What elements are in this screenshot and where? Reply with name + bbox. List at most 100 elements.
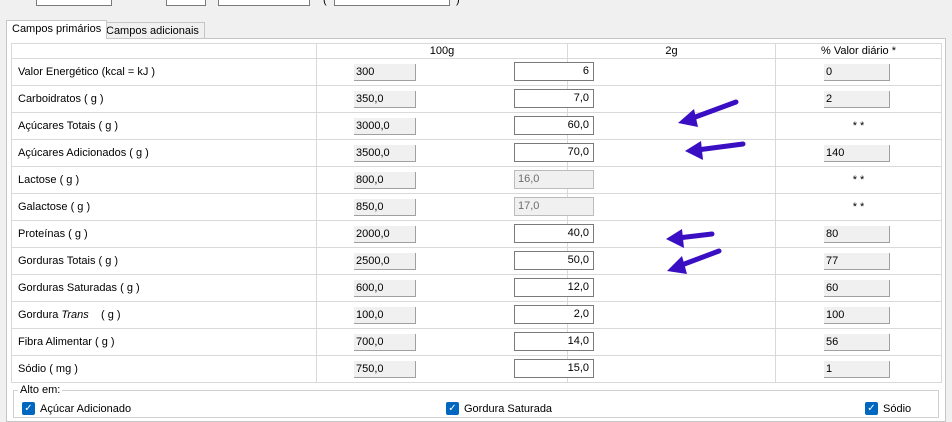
row-label: Lactose ( g ) bbox=[11, 166, 317, 194]
value-100g: 350,0 bbox=[354, 90, 416, 108]
value-2g-input[interactable]: 40,0 bbox=[514, 224, 594, 243]
vd-cell: 1 bbox=[775, 355, 942, 383]
header-100g: 100g bbox=[316, 43, 568, 59]
top-paren-open: ( bbox=[323, 0, 327, 6]
table-row: Fibra Alimentar ( g ) 700,0 14,0 56 bbox=[11, 328, 942, 356]
table-header-row: 100g 2g % Valor diário * bbox=[11, 43, 942, 59]
value-2g-input[interactable]: 7,0 bbox=[514, 89, 594, 108]
table-row: Gorduras Totais ( g ) 2500,0 50,0 77 bbox=[11, 247, 942, 275]
vd-value: * * bbox=[852, 174, 865, 186]
tab-campos-adicionais[interactable]: Campos adicionais bbox=[100, 22, 205, 39]
header-label bbox=[11, 43, 317, 59]
v2-cell: 16,0 bbox=[514, 166, 776, 194]
vd-value: * * bbox=[852, 120, 865, 132]
value-2g-input: 16,0 bbox=[514, 170, 594, 189]
table-row: Açúcares Totais ( g ) 3000,0 60,0 * * bbox=[11, 112, 942, 140]
check-icon: ✓ bbox=[446, 402, 459, 415]
alto-em-group: Alto em: ✓ Açúcar Adicionado ✓ Gordura S… bbox=[13, 384, 939, 418]
check-icon: ✓ bbox=[22, 402, 35, 415]
table-row: Lactose ( g ) 800,0 16,0 * * bbox=[11, 166, 942, 194]
row-label: Fibra Alimentar ( g ) bbox=[11, 328, 317, 356]
row-label: Gorduras Totais ( g ) bbox=[11, 247, 317, 275]
value-2g-input[interactable]: 12,0 bbox=[514, 278, 594, 297]
header-2g: 2g bbox=[567, 43, 776, 59]
row-label: Sódio ( mg ) bbox=[11, 355, 317, 383]
v2-cell: 17,0 bbox=[514, 193, 776, 221]
top-paren-close: ) bbox=[456, 0, 460, 6]
header-valor-diario: % Valor diário * bbox=[775, 43, 942, 59]
value-100g: 750,0 bbox=[354, 360, 416, 378]
vd-value: 56 bbox=[824, 333, 890, 351]
value-100g: 800,0 bbox=[354, 171, 416, 189]
table-row: Gorduras Saturadas ( g ) 600,0 12,0 60 bbox=[11, 274, 942, 302]
v2-cell: 6 bbox=[514, 58, 776, 86]
row-label-italic: Trans bbox=[61, 309, 89, 321]
v2-cell: 12,0 bbox=[514, 274, 776, 302]
vd-cell: 56 bbox=[775, 328, 942, 356]
vd-cell: 80 bbox=[775, 220, 942, 248]
table-row: Gordura Trans ( g ) 100,0 2,0 100 bbox=[11, 301, 942, 329]
table-row: Carboidratos ( g ) 350,0 7,0 2 bbox=[11, 85, 942, 113]
v2-cell: 2,0 bbox=[514, 301, 776, 329]
row-label: Galactose ( g ) bbox=[11, 193, 317, 221]
vd-cell: 0 bbox=[775, 58, 942, 86]
value-100g: 2000,0 bbox=[354, 225, 416, 243]
top-toolbar: ( ) bbox=[0, 0, 952, 12]
vd-cell: 2 bbox=[775, 85, 942, 113]
vd-cell: 60 bbox=[775, 274, 942, 302]
checkbox-sodio[interactable]: ✓ Sódio bbox=[865, 402, 911, 415]
vd-value: 100 bbox=[824, 306, 890, 324]
arrow-annotation-2 bbox=[685, 141, 746, 160]
vd-cell: * * bbox=[775, 112, 942, 140]
top-field-2[interactable] bbox=[166, 0, 206, 6]
checkbox-gordura-saturada[interactable]: ✓ Gordura Saturada bbox=[446, 402, 552, 415]
value-100g: 100,0 bbox=[354, 306, 416, 324]
tab-campos-primarios[interactable]: Campos primários bbox=[6, 20, 108, 39]
checkbox-label: Açúcar Adicionado bbox=[40, 402, 132, 415]
top-field-3[interactable] bbox=[218, 0, 310, 6]
vd-cell: * * bbox=[775, 193, 942, 221]
top-field-4[interactable] bbox=[334, 0, 450, 6]
row-label: Gordura Trans ( g ) bbox=[11, 301, 317, 329]
table-row: Valor Energético (kcal = kJ ) 300 6 0 bbox=[11, 58, 942, 86]
row-label-text: Gordura bbox=[18, 309, 59, 321]
row-label: Açúcares Totais ( g ) bbox=[11, 112, 317, 140]
value-2g-input[interactable]: 70,0 bbox=[514, 143, 594, 162]
row-label: Valor Energético (kcal = kJ ) bbox=[11, 58, 317, 86]
table-row: Galactose ( g ) 850,0 17,0 * * bbox=[11, 193, 942, 221]
vd-value: 80 bbox=[824, 225, 890, 243]
value-2g-input[interactable]: 60,0 bbox=[514, 116, 594, 135]
value-100g: 2500,0 bbox=[354, 252, 416, 270]
row-label: Proteínas ( g ) bbox=[11, 220, 317, 248]
checkbox-acucar-adicionado[interactable]: ✓ Açúcar Adicionado bbox=[22, 402, 131, 415]
value-2g-input[interactable]: 50,0 bbox=[514, 251, 594, 270]
vd-value: * * bbox=[852, 201, 865, 213]
value-2g-input[interactable]: 2,0 bbox=[514, 305, 594, 324]
alto-em-title: Alto em: bbox=[18, 384, 63, 396]
v2-cell: 7,0 bbox=[514, 85, 776, 113]
checkbox-label: Gordura Saturada bbox=[464, 402, 553, 415]
vd-value: 1 bbox=[824, 360, 890, 378]
value-100g: 600,0 bbox=[354, 279, 416, 297]
arrow-annotation-4 bbox=[667, 248, 722, 274]
vd-cell: 140 bbox=[775, 139, 942, 167]
row-label: Gorduras Saturadas ( g ) bbox=[11, 274, 317, 302]
top-field-1[interactable] bbox=[36, 0, 112, 6]
value-100g: 3000,0 bbox=[354, 117, 416, 135]
value-2g-input[interactable]: 6 bbox=[514, 62, 594, 81]
v2-cell: 60,0 bbox=[514, 112, 776, 140]
vd-cell: 100 bbox=[775, 301, 942, 329]
table-row: Açúcares Adicionados ( g ) 3500,0 70,0 140 bbox=[11, 139, 942, 167]
value-100g: 300 bbox=[354, 63, 416, 81]
arrow-annotation-1 bbox=[678, 99, 739, 127]
vd-value: 77 bbox=[824, 252, 890, 270]
value-100g: 3500,0 bbox=[354, 144, 416, 162]
value-2g-input[interactable]: 15,0 bbox=[514, 359, 594, 378]
vd-value: 2 bbox=[824, 90, 890, 108]
nutrition-panel: 100g 2g % Valor diário * Valor Energétic… bbox=[6, 38, 946, 422]
value-100g: 700,0 bbox=[354, 333, 416, 351]
vd-value: 0 bbox=[824, 63, 890, 81]
value-2g-input[interactable]: 14,0 bbox=[514, 332, 594, 351]
table-row: Proteínas ( g ) 2000,0 40,0 80 bbox=[11, 220, 942, 248]
value-2g-input: 17,0 bbox=[514, 197, 594, 216]
